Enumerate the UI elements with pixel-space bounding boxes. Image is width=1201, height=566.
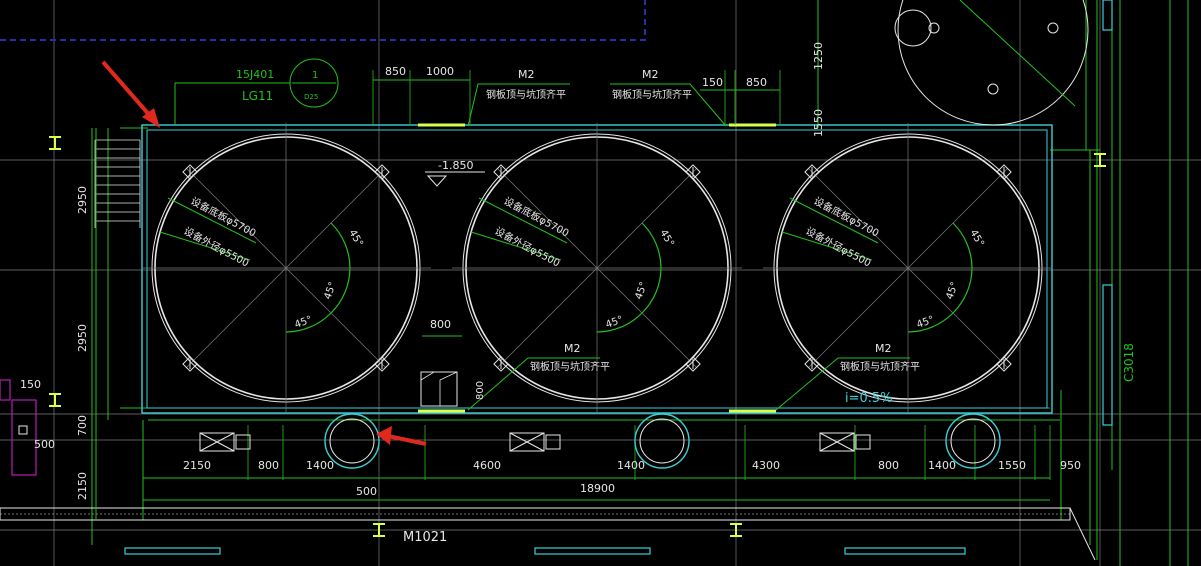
fan-unit-icon [509, 432, 561, 452]
ref-num: 1 [312, 70, 318, 81]
marker [18, 425, 28, 435]
dim-bottom-10: 950 [1060, 459, 1081, 472]
pipe-node [1047, 22, 1059, 34]
dim-bottom-8: 1400 [928, 459, 956, 472]
pipe-leader [959, 0, 1076, 107]
dim-left-1: 2950 [76, 186, 89, 214]
building-wall-corner [1069, 507, 1096, 561]
fan-motor [855, 434, 871, 450]
window [534, 547, 651, 555]
dim-bottom-3: 1400 [306, 459, 334, 472]
plate-note-3: 钢板顶与坑顶齐平 [530, 360, 610, 373]
tank-1 [141, 123, 431, 413]
dim-bottom-7: 800 [878, 459, 899, 472]
dim-left-3: 700 [76, 415, 89, 436]
ref-sub: LG11 [242, 89, 273, 103]
tank-1-angle-b: 45° [322, 281, 338, 301]
tank-3-angle-b: 45° [944, 281, 960, 301]
fan-motor [545, 434, 561, 450]
column-icon [49, 136, 61, 150]
fan-unit-icon [819, 432, 871, 452]
pipe-inner [329, 418, 375, 464]
dim-bottom-5: 1400 [617, 459, 645, 472]
dim-top-3: 150 [702, 76, 723, 89]
pipe-inner [950, 418, 996, 464]
angle-arc [952, 222, 973, 269]
door-label: M1021 [403, 530, 447, 545]
dim-bottom-6: 4300 [752, 459, 780, 472]
dim-bottom-1: 2150 [183, 459, 211, 472]
slope-label: i=0.5% [845, 391, 893, 406]
stairs [94, 139, 141, 228]
angle-arc [641, 222, 662, 269]
pointer-arrow-icon [101, 60, 160, 128]
plate-note-1: 钢板顶与坑顶齐平 [486, 88, 566, 101]
pipe-inner [639, 418, 685, 464]
pipe-outline [897, 0, 1089, 126]
pointer-arrow-icon [376, 426, 427, 446]
tank-1-angle-c: 45° [293, 314, 313, 330]
dim-bottom-4: 4600 [473, 459, 501, 472]
column-icon [49, 393, 61, 407]
dim-left-2: 2950 [76, 324, 89, 352]
dim-bottom-extra: 500 [356, 485, 377, 498]
tank-3-angle-a: 45° [967, 228, 985, 249]
dim-top-1: 850 [385, 65, 406, 78]
dim-total: 18900 [580, 482, 615, 495]
window [124, 547, 221, 555]
elevation-label: -1.850 [438, 159, 473, 172]
plate-tag-2: M2 [642, 68, 659, 81]
dim-right-1: 1250 [812, 42, 825, 70]
fan-unit-icon [199, 432, 251, 452]
dim-gap: 800 [430, 318, 451, 331]
plate-note-4: 钢板顶与坑顶齐平 [840, 360, 920, 373]
plate-tag-3: M2 [564, 342, 581, 355]
window-vertical-top [1102, 0, 1113, 31]
cad-drawing-canvas: 15J401 LG11 1 D25 -1.850 M1021 C3018 i=0… [0, 0, 1201, 566]
window-vertical [1102, 284, 1113, 426]
ref-sheet: D25 [304, 93, 318, 101]
right-label: C3018 [1122, 343, 1136, 382]
dim-bottom-9: 1550 [998, 459, 1026, 472]
dim-top-2: 1000 [426, 65, 454, 78]
magenta-box [11, 399, 37, 476]
pipe-outline [894, 9, 932, 47]
angle-arc [330, 222, 351, 269]
dim-left-4: 2150 [76, 472, 89, 500]
dim-right-2: 1550 [812, 109, 825, 137]
plate-tag-4: M2 [875, 342, 892, 355]
window [844, 547, 966, 555]
dim-bottom-2: 800 [258, 459, 279, 472]
elev-triangle [426, 175, 448, 187]
dim-small-2: 500 [34, 438, 55, 451]
tank-1-angle-a: 45° [346, 228, 364, 249]
plate-note-2: 钢板顶与坑顶齐平 [612, 88, 692, 101]
navy-boundary [0, 0, 646, 41]
pipe-node [987, 83, 999, 95]
sump-hatch [420, 371, 458, 407]
tank-3-angle-c: 45° [915, 314, 935, 330]
tank-2-angle-b: 45° [633, 281, 649, 301]
top-right-pipe [894, 0, 1089, 126]
tank-2-angle-a: 45° [657, 228, 675, 249]
plate-tag-1: M2 [518, 68, 535, 81]
dim-small-1: 150 [20, 378, 41, 391]
tank-2-angle-c: 45° [604, 314, 624, 330]
magenta-box [0, 379, 11, 401]
ref-code: 15J401 [236, 68, 274, 81]
dim-gap-v: 800 [475, 381, 486, 400]
dim-top-4: 850 [746, 76, 767, 89]
